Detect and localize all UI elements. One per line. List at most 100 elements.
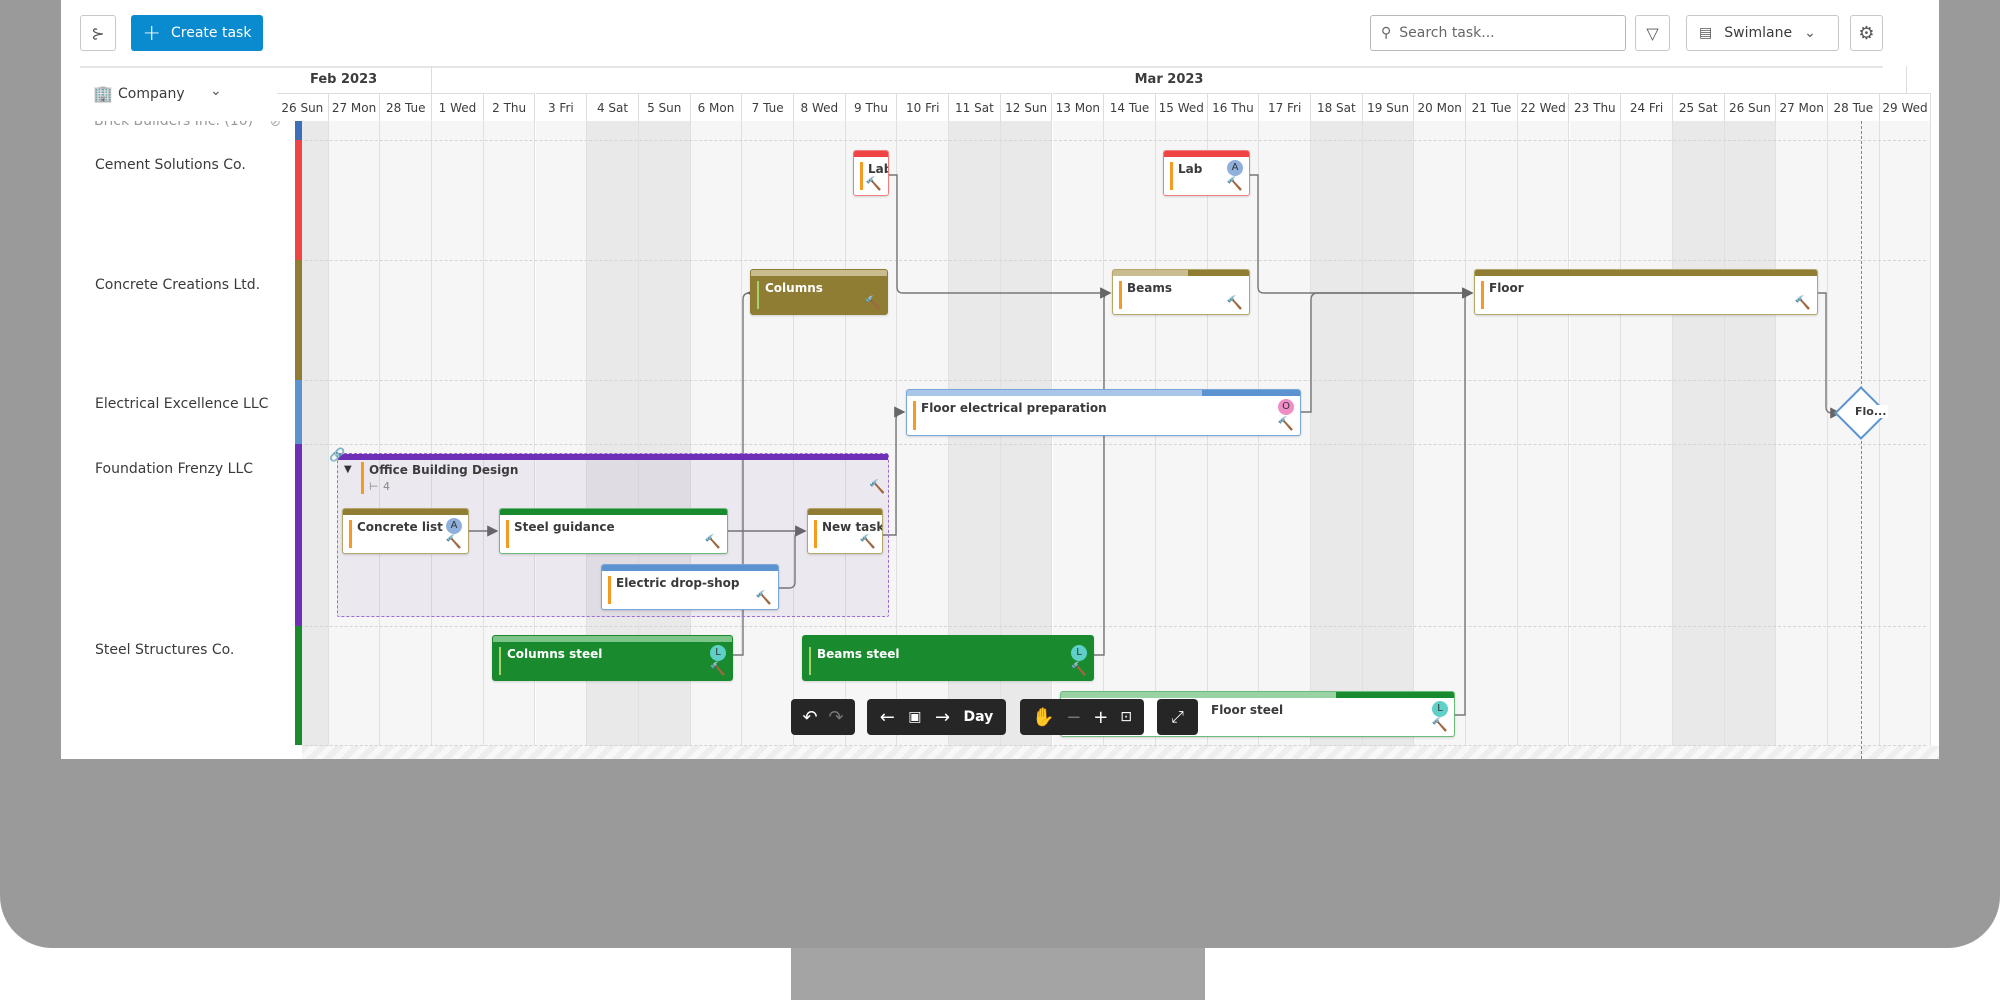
day-header: 10 Fri: [897, 93, 950, 121]
day-header: 28 Tue: [1828, 93, 1880, 121]
day-header: 26 Sun: [277, 93, 329, 121]
day-header: 19 Sun: [1362, 93, 1415, 121]
arrow-left-icon[interactable]: ←: [880, 707, 895, 728]
eye-off-icon[interactable]: ⊘: [270, 121, 281, 130]
dependency-line: [1455, 287, 1474, 716]
task-title: Beams: [1127, 281, 1173, 295]
task-title: Steel guidance: [514, 520, 615, 534]
link-icon[interactable]: 🔗: [329, 448, 345, 463]
swimlane-icon: ▤: [1699, 25, 1713, 41]
view-mode-dropdown[interactable]: ▤ Swimlane ⌄: [1686, 15, 1839, 51]
hierarchy-button[interactable]: ⊱: [80, 15, 116, 51]
filter-icon: ▽: [1646, 23, 1659, 43]
hand-icon[interactable]: ✋: [1032, 707, 1054, 728]
month-header: Mar 2023: [432, 66, 1907, 93]
day-header: 17 Fri: [1259, 93, 1311, 121]
task-title: Lab: [1178, 162, 1203, 176]
task-card-lab-2[interactable]: Lab A 🔨: [1163, 150, 1250, 196]
task-title: Electric drop-shop: [616, 576, 740, 590]
day-header: 13 Mon: [1052, 93, 1105, 121]
task-title: Floor: [1489, 281, 1524, 295]
task-card-steel-guidance[interactable]: Steel guidance 🔨: [499, 508, 728, 554]
task-card-new-task[interactable]: New task 🔨: [807, 508, 883, 554]
lane-steel-structures[interactable]: Steel Structures Co.: [95, 642, 234, 658]
redo-icon[interactable]: ↷: [828, 707, 843, 728]
settings-button[interactable]: ⚙: [1850, 15, 1883, 51]
day-header: 21 Tue: [1466, 93, 1518, 121]
calendar-icon[interactable]: ▣: [908, 709, 921, 725]
wrench-icon: 🔨: [1226, 177, 1243, 192]
task-card-electric-drop-shop[interactable]: Electric drop-shop 🔨: [601, 564, 779, 610]
lane-brick-builders[interactable]: Brick Builders Inc. (10) ⊘: [80, 121, 302, 140]
dependency-line: [1301, 287, 1474, 413]
task-card-beams-steel[interactable]: Beams steel L 🔨: [802, 635, 1094, 681]
wrench-icon: 🔨: [1431, 718, 1448, 733]
day-header: 25 Sat: [1672, 93, 1725, 121]
hierarchy-icon: ⊱: [91, 23, 105, 43]
day-header: 28 Tue: [380, 93, 433, 121]
expand-icon: ⤢: [1171, 707, 1184, 726]
day-header: 8 Wed: [794, 93, 846, 121]
task-card-lab[interactable]: Lab 🔨: [853, 150, 889, 196]
lane-cement-solutions[interactable]: Cement Solutions Co.: [95, 157, 246, 173]
task-card-columns-steel[interactable]: Columns steel L 🔨: [492, 635, 733, 681]
day-header: 6 Mon: [690, 93, 743, 121]
task-card-columns[interactable]: Columns 🔨: [750, 269, 888, 315]
day-header: 4 Sat: [587, 93, 639, 121]
lane-color-bar: [295, 444, 302, 626]
group-by-dropdown[interactable]: Company: [118, 86, 185, 102]
task-card-floor[interactable]: Floor 🔨: [1474, 269, 1818, 315]
task-card-beams[interactable]: Beams 🔨: [1112, 269, 1250, 315]
day-header: 11 Sat: [949, 93, 1001, 121]
subtask-count: 4: [383, 480, 390, 493]
gantt-app: Lab 🔨 Lab A 🔨 Columns 🔨 Beams 🔨 Floor 🔨 …: [61, 0, 1939, 759]
task-title: New task: [822, 520, 883, 534]
plus-icon: +: [142, 20, 161, 46]
assignee-avatar[interactable]: A: [446, 518, 462, 534]
arrow-right-icon[interactable]: →: [935, 707, 950, 728]
wrench-icon: 🔨: [869, 480, 886, 495]
task-title: Floor electrical preparation: [921, 401, 1107, 415]
lane-concrete-creations[interactable]: Concrete Creations Ltd.: [95, 277, 260, 293]
fullscreen-button[interactable]: ⤢: [1157, 699, 1198, 735]
assignee-avatar[interactable]: A: [1227, 160, 1243, 176]
task-card-concrete-list[interactable]: Concrete list A 🔨: [342, 508, 469, 554]
zoom-in-icon[interactable]: +: [1093, 707, 1108, 728]
lane-foundation-frenzy[interactable]: Foundation Frenzy LLC: [95, 461, 253, 477]
day-header: 14 Tue: [1104, 93, 1156, 121]
day-header: 1 Wed: [432, 93, 484, 121]
filter-button[interactable]: ▽: [1635, 15, 1670, 51]
create-task-button[interactable]: + Create task: [131, 15, 263, 51]
history-controls: ↶ ↷: [791, 699, 855, 735]
assignee-avatar[interactable]: L: [1432, 701, 1448, 717]
create-task-label: Create task: [170, 25, 252, 41]
lane-electrical-excellence[interactable]: Electrical Excellence LLC: [95, 396, 268, 412]
dependency-line: [1818, 292, 1842, 419]
zoom-controls: ✋ − + ⊡: [1020, 699, 1144, 735]
assignee-avatar[interactable]: O: [1278, 399, 1294, 415]
day-header: 27 Mon: [328, 93, 381, 121]
undo-icon[interactable]: ↶: [802, 707, 817, 728]
subtask-icon: ⊢: [369, 480, 379, 493]
dependency-line: [889, 174, 1112, 299]
dependency-line: [1094, 287, 1112, 656]
task-title: Lab: [868, 162, 888, 176]
day-header: 3 Fri: [535, 93, 588, 121]
search-input[interactable]: ⚲ Search task...: [1370, 15, 1626, 51]
day-header: 22 Wed: [1517, 93, 1570, 121]
navigation-controls: ← ▣ → Day: [867, 699, 1006, 735]
wrench-icon: 🔨: [755, 591, 772, 606]
collapse-caret-icon[interactable]: ▼: [344, 464, 352, 475]
task-card-floor-electrical-preparation[interactable]: Floor electrical preparation O 🔨: [906, 389, 1301, 436]
day-header: 9 Thu: [845, 93, 898, 121]
zoom-out-icon[interactable]: −: [1066, 707, 1081, 728]
day-header: 12 Sun: [1000, 93, 1053, 121]
assignee-avatar[interactable]: L: [710, 645, 726, 661]
time-scale-dropdown[interactable]: Day: [964, 709, 994, 725]
day-header: 16 Thu: [1207, 93, 1260, 121]
assignee-avatar[interactable]: L: [1071, 645, 1087, 661]
fit-to-screen-icon[interactable]: ⊡: [1120, 709, 1132, 725]
lane-color-bar: [295, 626, 302, 745]
task-title: Columns: [765, 281, 823, 295]
chevron-down-icon[interactable]: ⌄: [210, 83, 222, 99]
